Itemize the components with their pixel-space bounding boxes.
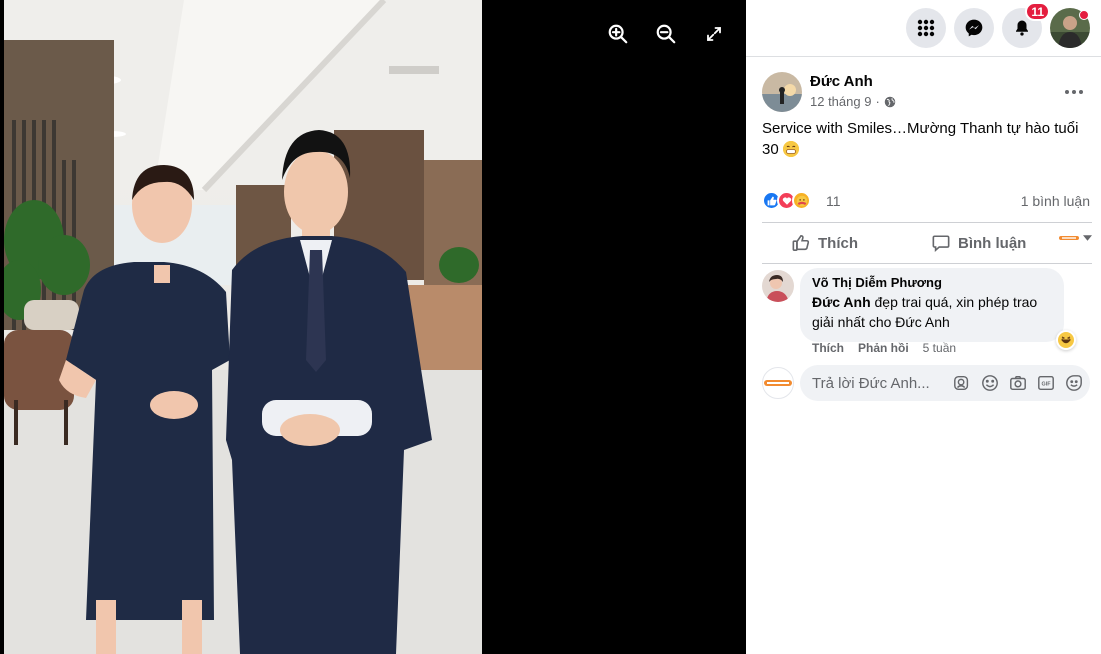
page-selector[interactable] (1059, 233, 1092, 243)
comment-button[interactable]: Bình luận (932, 229, 1026, 257)
globe-icon (884, 96, 896, 107)
comment-label: Bình luận (958, 234, 1027, 252)
post-photo[interactable] (4, 0, 482, 654)
messenger-icon[interactable] (954, 8, 994, 48)
post-author-name[interactable]: Đức Anh (810, 73, 873, 90)
notifications-button[interactable]: 11 (1002, 2, 1050, 48)
caret-down-icon (1083, 235, 1092, 241)
page-logo-icon (1059, 233, 1079, 243)
notification-badge: 11 (1025, 2, 1050, 21)
more-options-icon[interactable] (1060, 78, 1088, 106)
bell-icon (1016, 20, 1028, 36)
comment-mention[interactable]: Đức Anh (812, 294, 871, 310)
gif-icon[interactable]: GIF (1036, 373, 1055, 392)
photo-viewer (0, 0, 746, 654)
account-status-dot (1079, 10, 1089, 20)
reaction-icons[interactable] (762, 191, 811, 210)
top-bar: 11 (746, 0, 1101, 57)
reactions-summary: 11 1 bình luận (762, 190, 1092, 212)
viewer-toolbar (600, 20, 732, 48)
care-reaction-icon (792, 191, 811, 210)
comment-time[interactable]: 5 tuần (923, 341, 956, 355)
post-caption: Service with Smiles…Mường Thanh tự hào t… (762, 120, 1079, 158)
like-button[interactable]: Thích (792, 229, 858, 257)
post-action-bar: Thích Bình luận (762, 222, 1092, 264)
post-meta: 12 tháng 9 · (810, 94, 896, 109)
page-avatar[interactable] (762, 367, 794, 399)
commenter-avatar[interactable] (762, 270, 794, 302)
commenter-name[interactable]: Võ Thị Diễm Phương (812, 275, 1052, 291)
comment-reply-link[interactable]: Phản hồi (858, 341, 909, 355)
fullscreen-icon[interactable] (696, 20, 732, 48)
emoji-icon[interactable] (980, 373, 999, 392)
like-label: Thích (818, 234, 858, 252)
reply-composer: GIF (762, 365, 1092, 401)
post-date[interactable]: 12 tháng 9 (810, 94, 871, 109)
meta-separator: · (875, 94, 880, 109)
svg-text:GIF: GIF (1041, 381, 1051, 387)
photo-illustration (4, 0, 482, 654)
comment-icon (932, 235, 950, 252)
post-panel: 11 Đức Anh 12 tháng 9 · Service with Smi… (746, 0, 1101, 654)
comment-count[interactable]: 1 bình luận (1021, 193, 1090, 209)
reaction-count[interactable]: 11 (826, 193, 841, 209)
grinning-emoji-icon (782, 141, 799, 157)
menu-grid-icon[interactable] (906, 8, 946, 48)
post-text: Service with Smiles…Mường Thanh tự hào t… (762, 118, 1088, 160)
zoom-in-icon[interactable] (600, 20, 636, 48)
author-avatar[interactable] (762, 72, 802, 112)
reply-tools: GIF (952, 373, 1083, 392)
sticker-icon[interactable] (1064, 373, 1083, 392)
post-header: Đức Anh 12 tháng 9 · (762, 72, 1092, 114)
thumbs-up-icon (792, 234, 810, 252)
comment-like-link[interactable]: Thích (812, 341, 844, 355)
zoom-out-icon[interactable] (648, 20, 684, 48)
comment-actions: Thích Phản hồi 5 tuần (812, 341, 956, 355)
camera-icon[interactable] (1008, 373, 1027, 392)
comment-text: Đức Anh đẹp trai quá, xin phép trao giải… (812, 292, 1052, 332)
haha-reaction-icon[interactable] (1056, 330, 1076, 350)
avatar-sticker-icon[interactable] (952, 373, 971, 392)
comment-bubble: Võ Thị Diễm Phương Đức Anh đẹp trai quá,… (800, 268, 1064, 342)
